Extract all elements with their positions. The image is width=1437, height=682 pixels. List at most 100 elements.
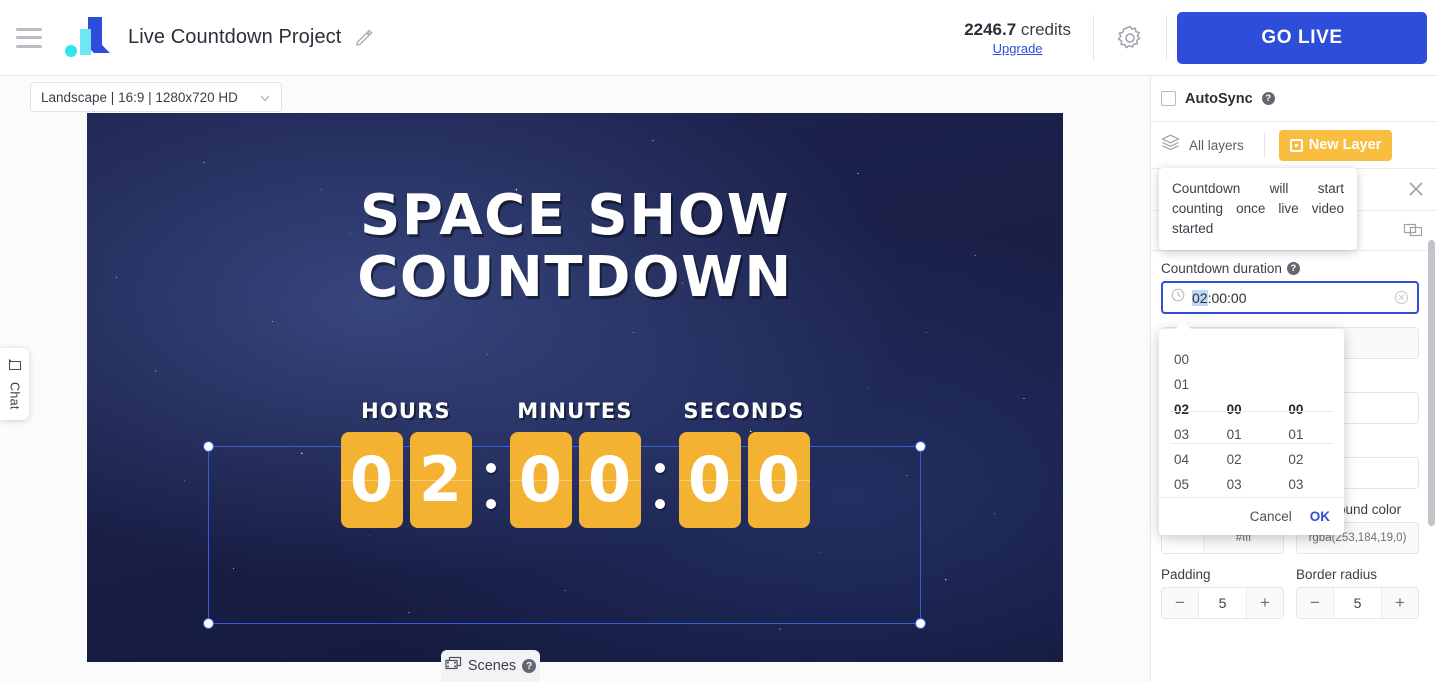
new-layer-button[interactable]: New Layer xyxy=(1278,129,1393,161)
countdown-separator xyxy=(472,438,510,534)
credits-text: 2246.7 credits xyxy=(964,20,1071,40)
duration-value-rest: :00:00 xyxy=(1207,289,1247,306)
duration-value-selected: 02 xyxy=(1192,289,1208,306)
time-option[interactable]: 05 xyxy=(1159,472,1221,497)
panel-scrollbar[interactable] xyxy=(1428,240,1435,526)
padding-field: Padding − 5 + xyxy=(1161,567,1284,619)
credits-block: 2246.7 credits Upgrade xyxy=(952,20,1093,56)
help-icon[interactable]: ? xyxy=(522,659,537,673)
time-picker-footer: Cancel OK xyxy=(1159,497,1344,535)
close-icon[interactable] xyxy=(1407,180,1425,198)
time-option[interactable]: 02 xyxy=(1282,447,1344,472)
chat-tab[interactable]: Chat xyxy=(0,348,29,420)
chat-label: Chat xyxy=(7,381,22,410)
ok-button[interactable]: OK xyxy=(1310,509,1330,524)
chevron-down-icon xyxy=(259,91,271,103)
divider xyxy=(1263,132,1265,158)
upgrade-link[interactable]: Upgrade xyxy=(964,41,1071,56)
help-icon[interactable]: ? xyxy=(1261,92,1275,105)
time-option-spacer xyxy=(1221,347,1283,372)
scenes-label: Scenes xyxy=(467,658,517,674)
countdown-digit: 0 xyxy=(340,432,403,528)
padding-stepper: − 5 + xyxy=(1161,587,1284,619)
autosync-checkbox[interactable] xyxy=(1161,91,1176,106)
padding-decrement-button[interactable]: − xyxy=(1162,588,1198,618)
credits-word: credits xyxy=(1020,19,1071,39)
resize-handle-bottom-right[interactable] xyxy=(915,618,926,629)
time-option-selected[interactable]: 02 xyxy=(1159,397,1221,422)
border-radius-decrement-button[interactable]: − xyxy=(1297,588,1333,618)
countdown-widget[interactable]: HOURS 0 2 MINUTES 0 0 SECONDS 0 0 xyxy=(87,399,1063,534)
go-live-button[interactable]: GO LIVE xyxy=(1177,11,1427,64)
page-title: Live Countdown Project xyxy=(128,26,342,48)
countdown-label-hours: HOURS xyxy=(361,399,451,423)
countdown-digits-hours: 0 2 xyxy=(340,432,472,528)
time-picker-rule-top xyxy=(1170,411,1333,412)
time-option-spacer xyxy=(1282,372,1344,397)
spacing-fields-row: Padding − 5 + Border radius − 5 + xyxy=(1161,567,1419,619)
countdown-digits-minutes: 0 0 xyxy=(509,432,641,528)
time-option[interactable]: 03 xyxy=(1282,472,1344,497)
headline-text[interactable]: SPACE SHOW COUNTDOWN xyxy=(87,185,1063,309)
time-option-selected[interactable]: 00 xyxy=(1221,397,1283,422)
pencil-icon[interactable] xyxy=(353,27,375,49)
countdown-label-seconds: SECONDS xyxy=(683,399,805,423)
time-option-spacer xyxy=(1221,372,1283,397)
countdown-label-minutes: MINUTES xyxy=(517,399,633,423)
all-layers-label: All layers xyxy=(1189,137,1244,153)
preview-canvas[interactable]: SPACE SHOW COUNTDOWN HOURS 0 2 MINUTES 0… xyxy=(87,113,1063,662)
countdown-digit: 0 xyxy=(678,432,741,528)
scenes-icon xyxy=(445,656,462,676)
countdown-separator xyxy=(641,438,679,534)
border-radius-field: Border radius − 5 + xyxy=(1296,567,1419,619)
time-picker-columns: 00 01 02 03 04 05 00 01 02 03 00 01 02 0… xyxy=(1159,329,1344,497)
time-option[interactable]: 03 xyxy=(1221,472,1283,497)
hamburger-icon[interactable] xyxy=(16,27,42,48)
time-picker-hours-column[interactable]: 00 01 02 03 04 05 xyxy=(1159,347,1221,497)
time-option[interactable]: 04 xyxy=(1159,447,1221,472)
border-radius-label: Border radius xyxy=(1296,567,1378,582)
time-picker-minutes-column[interactable]: 00 01 02 03 xyxy=(1221,347,1283,497)
border-radius-value[interactable]: 5 xyxy=(1333,588,1382,618)
countdown-group-minutes: MINUTES 0 0 xyxy=(509,399,641,528)
time-picker-seconds-column[interactable]: 00 01 02 03 xyxy=(1282,347,1344,497)
all-layers-button[interactable]: All layers xyxy=(1161,134,1244,156)
editor-area: Landscape | 16:9 | 1280x720 HD SPACE SHO… xyxy=(0,76,1150,682)
countdown-digits-seconds: 0 0 xyxy=(678,432,810,528)
resize-handle-bottom-left[interactable] xyxy=(203,618,214,629)
right-properties-panel: AutoSync ? All layers New Layer Countdow… xyxy=(1150,76,1437,682)
help-icon[interactable]: ? xyxy=(1286,262,1300,275)
duplicate-icon[interactable] xyxy=(1403,221,1423,241)
autosync-label: AutoSync xyxy=(1185,90,1253,107)
cancel-button[interactable]: Cancel xyxy=(1250,509,1292,524)
countdown-duration-input[interactable]: 02:00:00 xyxy=(1161,281,1419,314)
brand-logo-icon xyxy=(58,15,114,61)
time-option[interactable]: 02 xyxy=(1221,447,1283,472)
time-option[interactable]: 01 xyxy=(1159,372,1221,397)
aspect-ratio-value: Landscape | 16:9 | 1280x720 HD xyxy=(41,89,238,105)
border-radius-increment-button[interactable]: + xyxy=(1382,588,1418,618)
clock-icon xyxy=(1171,288,1185,307)
padding-increment-button[interactable]: + xyxy=(1247,588,1283,618)
countdown-group-seconds: SECONDS 0 0 xyxy=(678,399,810,528)
countdown-digit: 2 xyxy=(409,432,472,528)
countdown-group-hours: HOURS 0 2 xyxy=(340,399,472,528)
aspect-ratio-select[interactable]: Landscape | 16:9 | 1280x720 HD xyxy=(30,82,282,112)
countdown-digit: 0 xyxy=(578,432,641,528)
time-picker-rule-bottom xyxy=(1170,443,1333,444)
padding-value[interactable]: 5 xyxy=(1198,588,1247,618)
countdown-digit: 0 xyxy=(509,432,572,528)
duration-label-text: Countdown duration xyxy=(1161,261,1282,276)
clear-circle-icon[interactable] xyxy=(1394,290,1409,305)
credits-value: 2246.7 xyxy=(964,19,1017,39)
gear-icon[interactable] xyxy=(1094,0,1166,75)
time-option-spacer xyxy=(1282,347,1344,372)
duration-label: Countdown duration ? xyxy=(1161,261,1419,276)
time-option-selected[interactable]: 00 xyxy=(1282,397,1344,422)
plus-square-icon xyxy=(1289,138,1303,152)
time-picker-dropdown[interactable]: 00 01 02 03 04 05 00 01 02 03 00 01 02 0… xyxy=(1159,322,1344,535)
layers-icon xyxy=(1161,134,1180,156)
time-option[interactable]: 00 xyxy=(1159,347,1221,372)
new-layer-label: New Layer xyxy=(1308,137,1382,153)
scenes-button[interactable]: Scenes ? xyxy=(441,650,540,682)
